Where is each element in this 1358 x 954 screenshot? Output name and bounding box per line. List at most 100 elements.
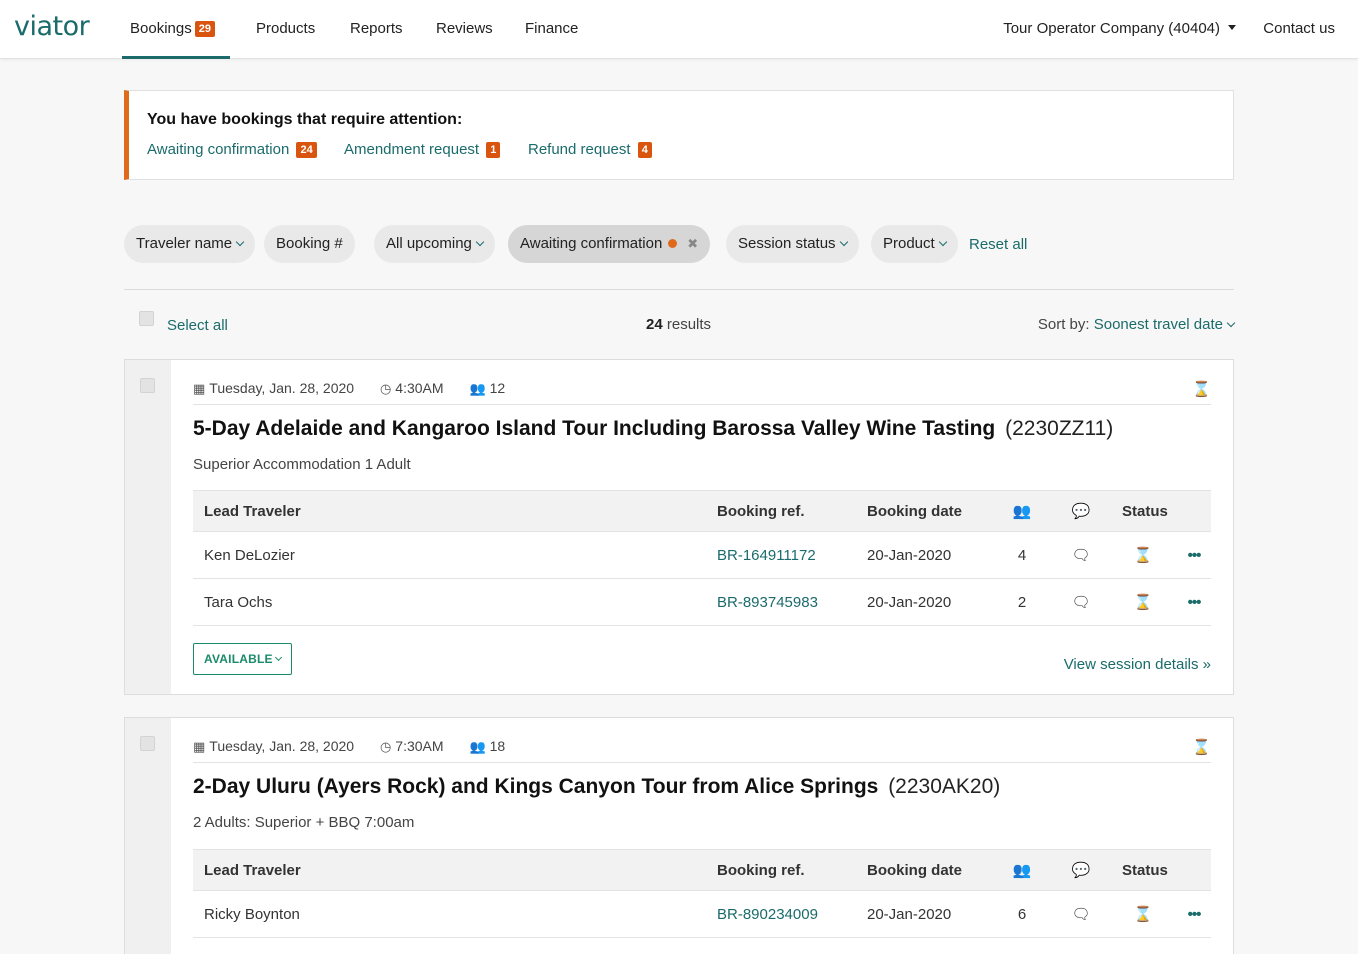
booking-ref-link[interactable]: BR-890234009 (717, 891, 818, 937)
viator-logo[interactable]: viator (14, 11, 90, 42)
active-filter-dot-icon (668, 239, 678, 248)
tour-code: (2230ZZ11) (1005, 417, 1114, 440)
session-pax: 12 (489, 380, 506, 396)
card-checkbox[interactable] (140, 736, 155, 751)
table-row[interactable]: Tara Ochs BR-893745983 20-Jan-2020 2 🗨 ⌛… (193, 579, 1211, 626)
users-icon: 👥 (1012, 862, 1032, 879)
col-booking-date: Booking date (867, 502, 963, 520)
chevron-down-icon (839, 237, 848, 247)
filter-label: Booking # (276, 235, 343, 252)
alert-count-badge: 24 (296, 142, 317, 158)
tour-code: (2230AK20) (888, 775, 1001, 798)
col-booking-ref: Booking ref. (717, 502, 805, 520)
availability-label: AVAILABLE (204, 652, 273, 666)
hourglass-icon: ⌛ (1133, 906, 1153, 923)
more-options-icon[interactable]: ••• (1185, 891, 1203, 937)
filter-label: Awaiting confirmation (520, 235, 663, 252)
session-date: Tuesday, Jan. 28, 2020 (209, 738, 355, 754)
session-time: 7:30AM (395, 738, 444, 754)
alert-awaiting-confirmation-link[interactable]: Awaiting confirmation 24 (147, 141, 317, 158)
bookings-table: Lead Traveler Booking ref. Booking date … (193, 849, 1211, 938)
results-number: 24 (646, 316, 663, 333)
alert-refund-request-link[interactable]: Refund request 4 (528, 141, 652, 158)
select-all-link[interactable]: Select all (167, 317, 228, 334)
company-name: Tour Operator Company (40404) (1003, 20, 1220, 37)
view-session-details-link[interactable]: View session details » (1064, 656, 1211, 673)
clock-icon: ◷ (379, 381, 392, 396)
filter-traveler-name[interactable]: Traveler name (124, 225, 256, 263)
alert-count-badge: 1 (486, 142, 501, 158)
filter-label: Traveler name (136, 235, 233, 252)
attention-alert: You have bookings that require attention… (124, 90, 1234, 180)
col-status: Status (1122, 861, 1168, 879)
tour-name: 2-Day Uluru (Ayers Rock) and Kings Canyo… (193, 775, 879, 798)
alert-count-badge: 4 (637, 142, 652, 158)
close-icon[interactable]: ✖ (687, 225, 698, 263)
availability-dropdown[interactable]: AVAILABLE (193, 643, 292, 675)
col-booking-date: Booking date (867, 861, 963, 879)
tour-name: 5-Day Adelaide and Kangaroo Island Tour … (193, 417, 996, 440)
col-booking-ref: Booking ref. (717, 861, 805, 879)
table-header: Lead Traveler Booking ref. Booking date … (193, 849, 1211, 891)
col-lead-traveler: Lead Traveler (204, 502, 301, 520)
filter-product[interactable]: Product (871, 225, 958, 263)
hourglass-icon: ⌛ (1192, 739, 1211, 756)
message-icon[interactable]: 🗨 (1071, 532, 1091, 578)
session-date: Tuesday, Jan. 28, 2020 (209, 380, 355, 396)
session-link-label: View session details (1063, 656, 1199, 673)
reset-all-link[interactable]: Reset all (969, 236, 1027, 253)
message-icon[interactable]: 🗨 (1071, 579, 1091, 625)
filter-label: Product (883, 235, 935, 252)
comment-icon: 💬 (1071, 503, 1091, 520)
contact-us-link[interactable]: Contact us (1263, 20, 1335, 37)
booking-ref-link[interactable]: BR-164911172 (717, 532, 816, 578)
filter-awaiting-confirmation[interactable]: Awaiting confirmation ✖ (508, 225, 711, 263)
bookings-count-badge: 29 (194, 21, 215, 37)
booking-ref-link[interactable]: BR-893745983 (717, 579, 818, 625)
table-header: Lead Traveler Booking ref. Booking date … (193, 490, 1211, 532)
session-pax: 18 (489, 738, 506, 754)
lead-traveler-name: Ken DeLozier (204, 546, 295, 564)
more-options-icon[interactable]: ••• (1185, 579, 1203, 625)
double-chevron-right-icon: » (1202, 656, 1211, 673)
filter-booking-number[interactable]: Booking # (264, 225, 355, 263)
nav-finance[interactable]: Finance (525, 20, 578, 37)
hourglass-icon: ⌛ (1192, 381, 1211, 398)
meta-divider (193, 762, 1211, 763)
message-icon[interactable]: 🗨 (1071, 891, 1091, 937)
alert-link-label: Awaiting confirmation (147, 141, 290, 158)
clock-icon: ◷ (379, 739, 392, 754)
hourglass-icon: ⌛ (1133, 547, 1153, 564)
sort-control[interactable]: Sort by: Soonest travel date (1038, 316, 1236, 333)
hourglass-icon: ⌛ (1133, 594, 1153, 611)
company-selector[interactable]: Tour Operator Company (40404) (1003, 20, 1236, 37)
chevron-down-icon (475, 237, 485, 247)
tour-option: 2 Adults: Superior + BBQ 7:00am (193, 814, 415, 831)
lead-traveler-name: Ricky Boynton (204, 905, 300, 923)
alert-link-label: Refund request (528, 141, 631, 158)
meta-divider (193, 404, 1211, 405)
nav-products[interactable]: Products (256, 20, 315, 37)
filter-date-range[interactable]: All upcoming (374, 225, 495, 263)
col-lead-traveler: Lead Traveler (204, 861, 301, 879)
filter-session-status[interactable]: Session status (726, 225, 859, 263)
traveler-count: 2 (1017, 593, 1027, 611)
session-meta: ▦ Tuesday, Jan. 28, 2020 ◷ 4:30AM 👥 12 (193, 380, 527, 397)
session-card: ▦ Tuesday, Jan. 28, 2020 ◷ 4:30AM 👥 12 ⌛ 5-… (124, 359, 1234, 695)
card-checkbox[interactable] (140, 378, 155, 393)
select-all-checkbox[interactable] (139, 311, 154, 326)
tour-title[interactable]: 5-Day Adelaide and Kangaroo Island Tour … (193, 417, 1113, 441)
table-row[interactable]: Ken DeLozier BR-164911172 20-Jan-2020 4 … (193, 532, 1211, 579)
table-row[interactable]: Ricky Boynton BR-890234009 20-Jan-2020 6… (193, 891, 1211, 938)
comment-icon: 💬 (1071, 862, 1091, 879)
calendar-icon: ▦ (193, 381, 206, 396)
nav-reviews[interactable]: Reviews (436, 20, 493, 37)
chevron-down-icon (1226, 318, 1236, 328)
tour-title[interactable]: 2-Day Uluru (Ayers Rock) and Kings Canyo… (193, 775, 1000, 799)
nav-reports[interactable]: Reports (350, 20, 403, 37)
alert-amendment-request-link[interactable]: Amendment request 1 (344, 141, 501, 158)
more-options-icon[interactable]: ••• (1185, 532, 1203, 578)
tour-option: Superior Accommodation 1 Adult (193, 456, 411, 473)
nav-bookings[interactable]: Bookings 29 (130, 20, 215, 37)
nav-bookings-label: Bookings (130, 20, 192, 37)
